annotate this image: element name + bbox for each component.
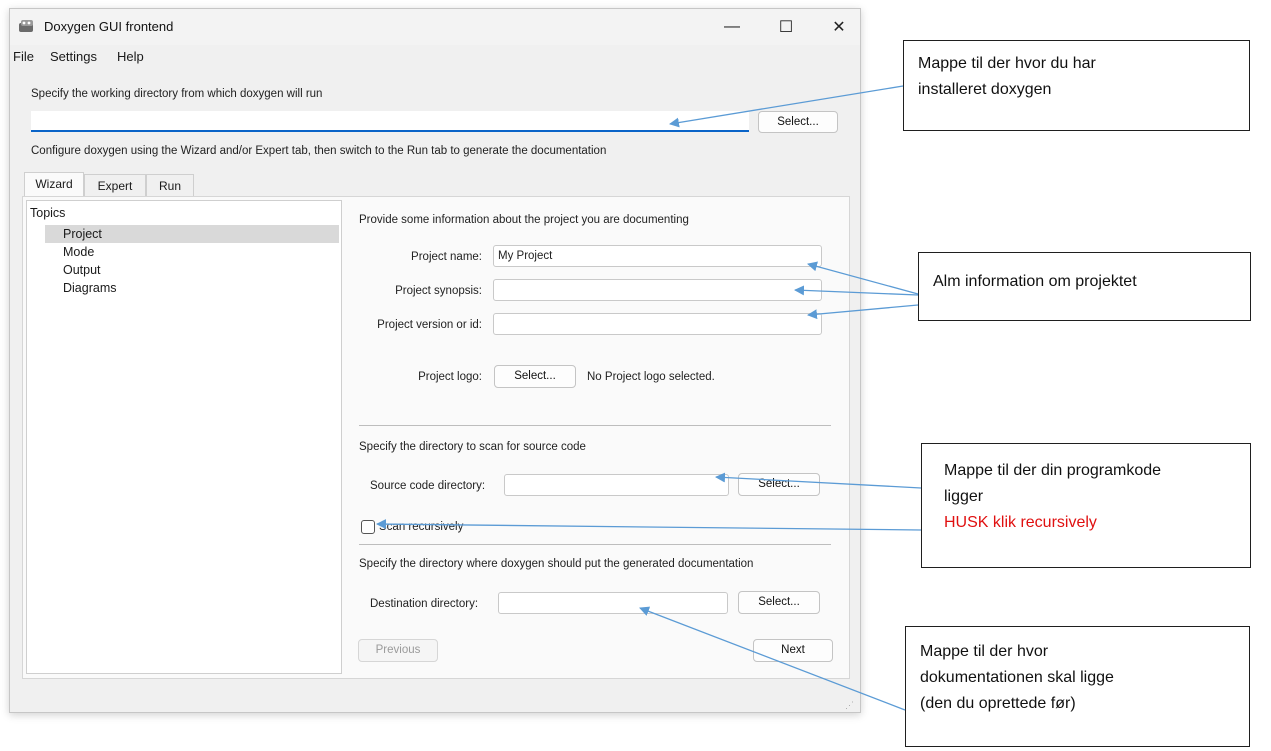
arrow-project-name [807, 261, 919, 295]
arrow-scan-recursive [376, 519, 922, 531]
arrow-destination [639, 606, 906, 711]
arrow-install [669, 85, 904, 128]
arrow-project-version [807, 304, 919, 320]
arrow-source-dir [715, 472, 922, 489]
annotation-arrows [376, 85, 922, 711]
arrow-project-synopsis [794, 285, 919, 296]
